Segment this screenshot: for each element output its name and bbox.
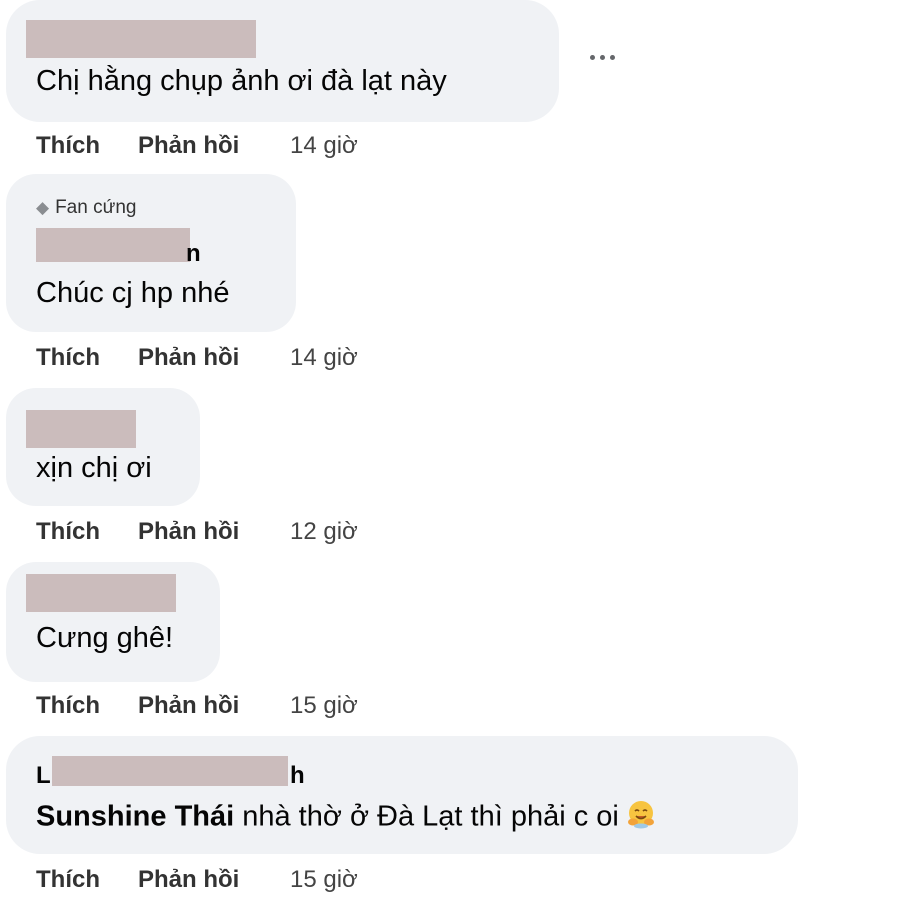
diamond-icon: ◆: [36, 198, 50, 217]
redacted-author-name: [26, 410, 136, 448]
author-name-fragment: n: [186, 240, 201, 267]
comment-timestamp[interactable]: 14 giờ: [290, 344, 358, 372]
reply-button[interactable]: Phản hồi: [138, 692, 239, 720]
author-name-fragment-end: h: [290, 762, 305, 789]
comment-text-line: Sunshine Thái nhà thờ ở Đà Lạt thì phải …: [36, 798, 657, 838]
fan-badge: ◆ Fan cứng: [36, 197, 136, 219]
comment-timestamp[interactable]: 15 giờ: [290, 866, 358, 894]
reply-button[interactable]: Phản hồi: [138, 518, 239, 546]
like-button[interactable]: Thích: [36, 518, 100, 546]
comment-timestamp[interactable]: 12 giờ: [290, 518, 358, 546]
author-name-fragment-start: L: [36, 762, 51, 789]
redacted-author-name: [26, 20, 256, 58]
comment-bubble: [6, 0, 559, 122]
reply-button[interactable]: Phản hồi: [138, 866, 239, 894]
comment-text: nhà thờ ở Đà Lạt thì phải c oi: [234, 800, 619, 833]
like-button[interactable]: Thích: [36, 866, 100, 894]
comment-timestamp[interactable]: 14 giờ: [290, 132, 358, 160]
reply-button[interactable]: Phản hồi: [138, 132, 239, 160]
comment-text: Cưng ghê!: [36, 622, 174, 654]
redacted-author-name: [36, 228, 190, 262]
reply-button[interactable]: Phản hồi: [138, 344, 239, 372]
more-horizontal-icon[interactable]: [588, 50, 628, 64]
comment-text: Chị hằng chụp ảnh ơi đà lạt này: [36, 65, 447, 97]
redacted-author-name: [52, 756, 288, 786]
like-button[interactable]: Thích: [36, 344, 100, 372]
redacted-author-name: [26, 574, 176, 612]
comment-text: xịn chị ơi: [36, 452, 152, 484]
comment-text: Chúc cj hp nhé: [36, 277, 230, 309]
comment-timestamp[interactable]: 15 giờ: [290, 692, 358, 720]
like-button[interactable]: Thích: [36, 132, 100, 160]
hug-face-emoji: [625, 798, 657, 838]
like-button[interactable]: Thích: [36, 692, 100, 720]
fan-badge-label: Fan cứng: [55, 197, 137, 218]
mention-link[interactable]: Sunshine Thái: [36, 801, 234, 833]
